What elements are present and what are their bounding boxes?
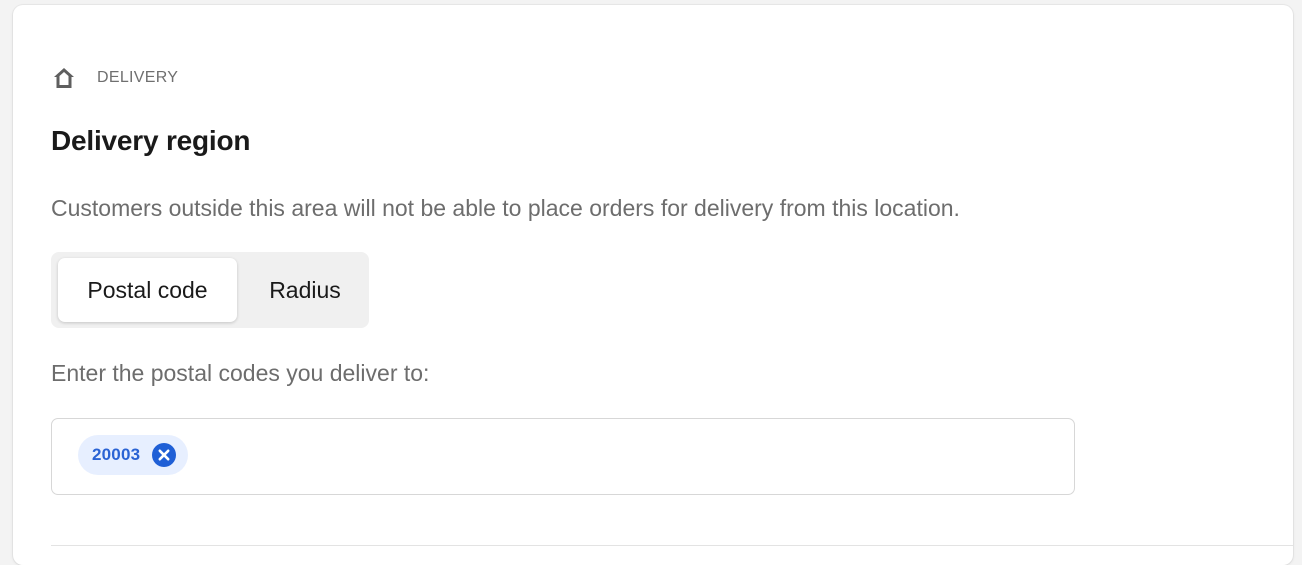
postal-codes-prompt: Enter the postal codes you deliver to: (51, 360, 430, 386)
postal-code-option[interactable]: Postal code (58, 258, 237, 322)
postal-code-chip: 20003 (78, 435, 189, 475)
section-description: Customers outside this area will not be … (51, 195, 960, 221)
postal-codes-input[interactable]: 20003 (51, 418, 1075, 495)
section-divider (51, 545, 1293, 546)
close-circle-icon[interactable] (152, 443, 177, 467)
postal-code-chip-label: 20003 (92, 445, 141, 464)
delivery-mode-toggle: Postal code Radius (51, 252, 369, 328)
radius-option[interactable]: Radius (245, 258, 365, 322)
breadcrumb-label: DELIVERY (97, 69, 179, 86)
home-icon (51, 65, 77, 91)
section-title: Delivery region (51, 125, 251, 156)
delivery-region-card: DELIVERY Delivery region Customers outsi… (13, 5, 1293, 565)
breadcrumb: DELIVERY (51, 65, 178, 91)
